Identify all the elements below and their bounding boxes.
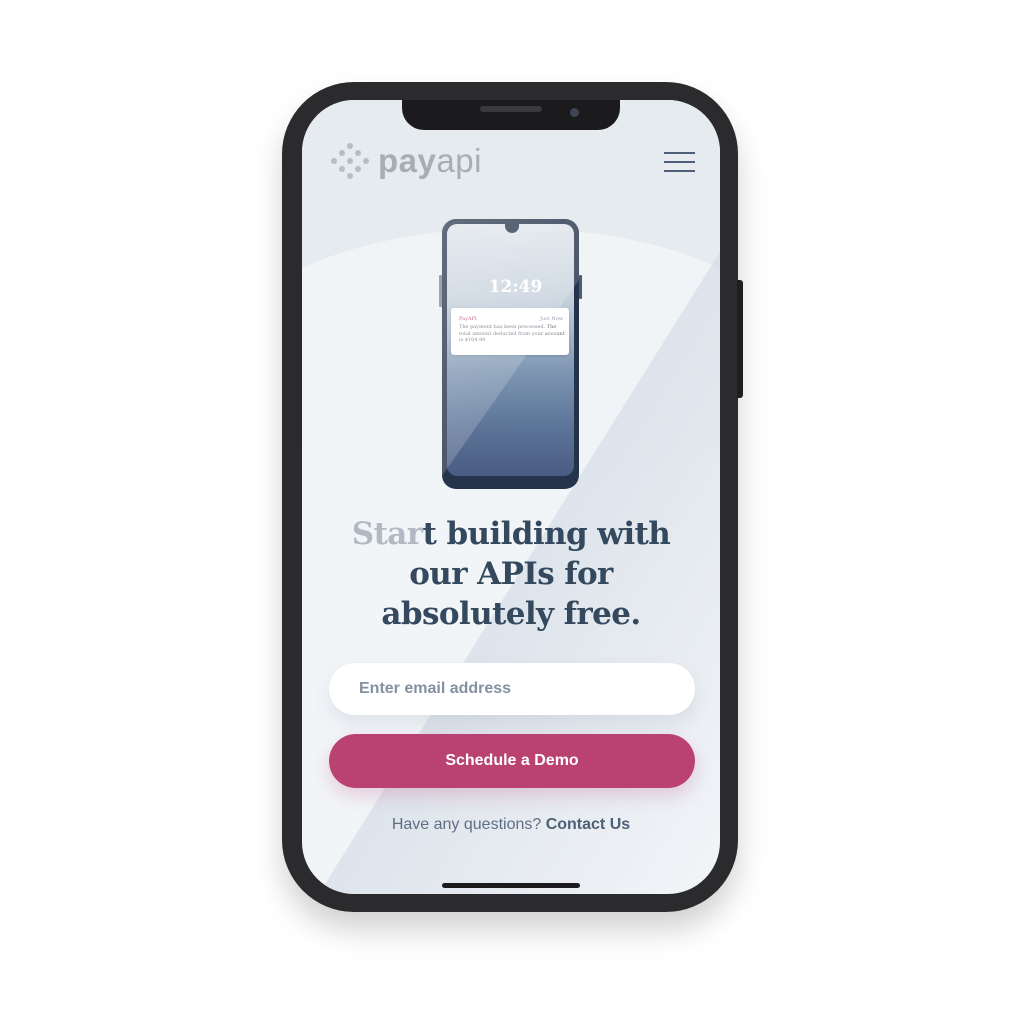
front-camera [570,108,579,117]
contact-prompt: Have any questions? Contact Us [302,816,720,834]
logo-wordmark: payapi [378,142,482,180]
logo-word-api: api [436,142,482,179]
notification-time: Just Now [539,316,563,322]
illustration-volume-button [439,275,442,307]
logo-word-pay: pay [378,142,437,179]
speaker-grille [480,106,542,112]
hero-headline: Start building with our APIs for absolut… [320,514,702,634]
contact-us-link[interactable]: Contact Us [546,816,630,833]
notification-message: The payment has been processed. The tota… [459,324,565,343]
dot-grid-icon [330,143,370,179]
hero-headline-rest: t building with our APIs for absolutely … [381,516,671,632]
phone-notch [402,100,620,130]
schedule-demo-button[interactable]: Schedule a Demo [329,734,695,788]
payapi-logo[interactable]: payapi [330,142,482,180]
hamburger-menu-icon[interactable] [664,152,695,174]
home-indicator[interactable] [442,883,580,888]
hero-headline-faded: Star [351,516,423,552]
illustration-notification: PayAPI Just Now The payment has been pro… [451,308,569,355]
email-input[interactable] [329,663,695,715]
phone-side-button [737,280,743,398]
contact-question: Have any questions? [391,816,546,833]
illustration-clock: 12:49 [488,277,543,297]
notification-app-name: PayAPI [459,316,477,322]
